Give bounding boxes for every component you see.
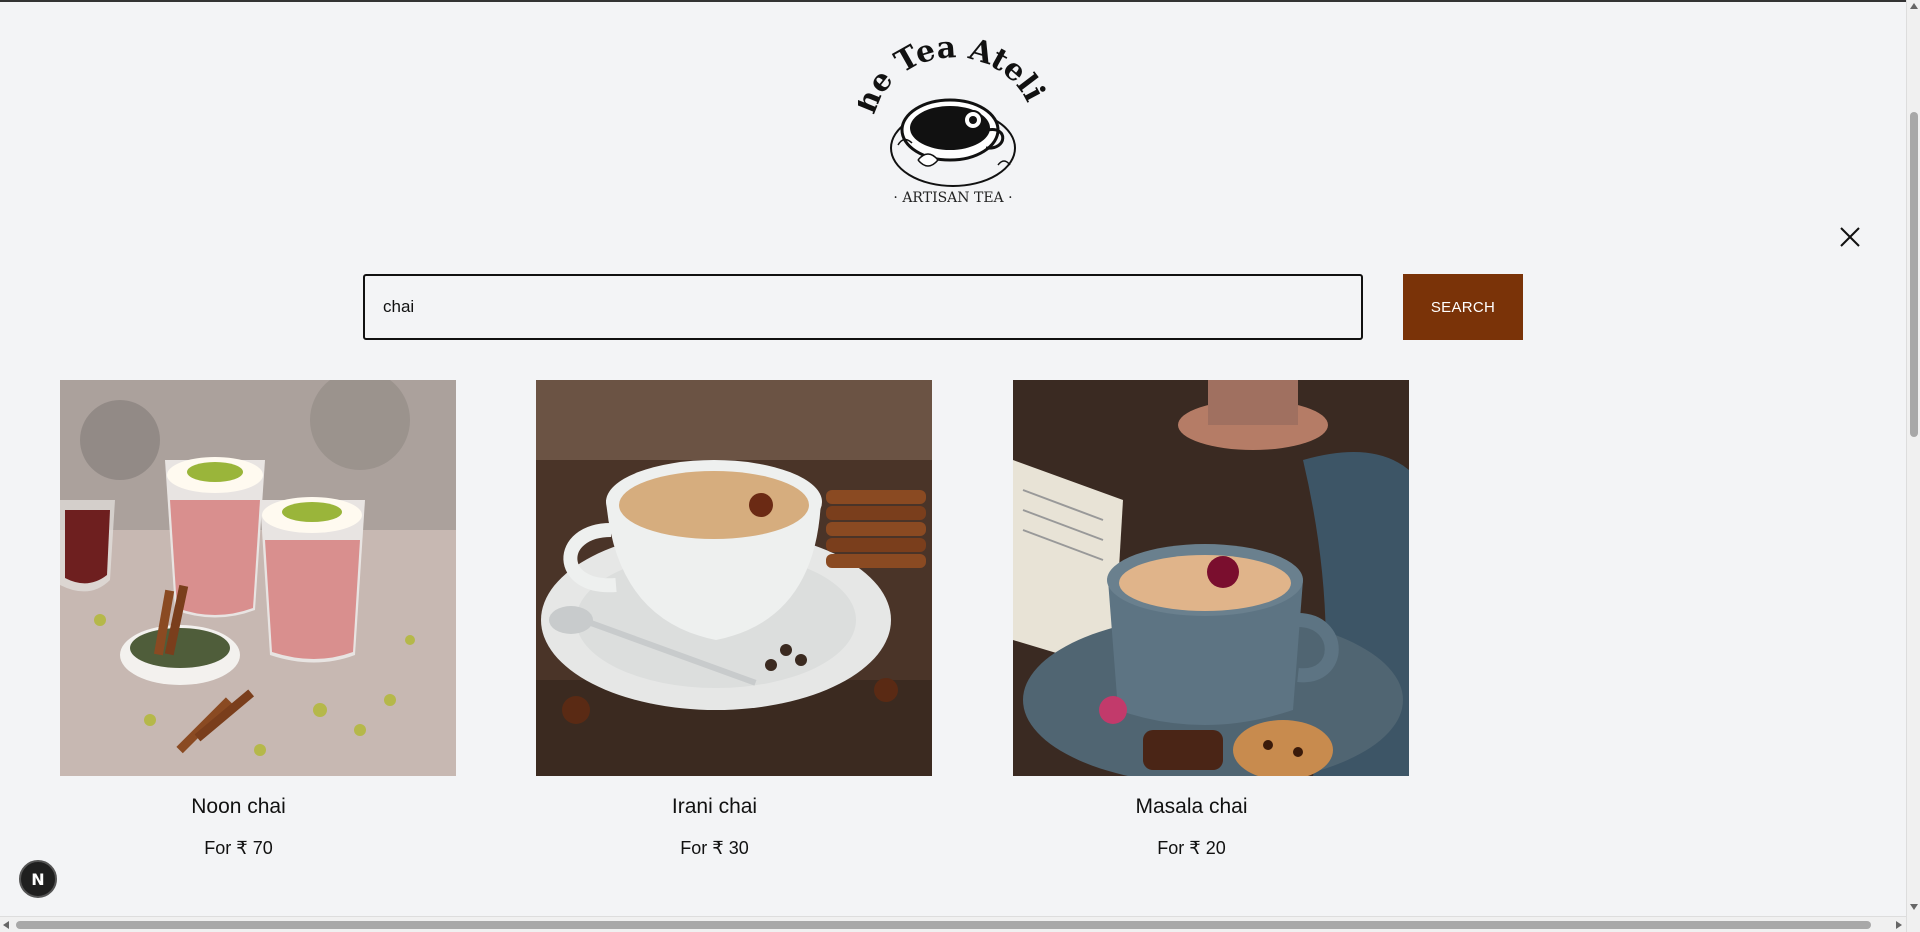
product-name[interactable]: Masala chai [1013,795,1370,819]
horizontal-scrollbar[interactable] [0,916,1906,932]
search-input[interactable] [363,274,1363,340]
scroll-down-arrow-icon[interactable] [1910,904,1918,910]
brand-logo[interactable]: The Tea Atelier · ARTISAN TEA · [847,3,1052,215]
product-image-noon-chai[interactable] [60,380,456,776]
search-button[interactable]: SEARCH [1403,274,1523,340]
product-price: For ₹ 30 [680,838,749,858]
window-top-border [0,0,1920,2]
product-card-noon-chai[interactable]: Noon chai For ₹ 70 [60,380,456,859]
product-price: For ₹ 70 [204,838,273,858]
horizontal-scroll-thumb[interactable] [16,921,1871,929]
scroll-up-arrow-icon[interactable] [1910,3,1918,9]
product-name[interactable]: Noon chai [60,795,417,819]
vertical-scroll-thumb[interactable] [1910,112,1918,437]
product-card-irani-chai[interactable]: Irani chai For ₹ 30 [536,380,932,859]
teacup-logo-icon: The Tea Atelier · ARTISAN TEA · [847,3,1052,206]
scroll-left-arrow-icon[interactable] [3,921,9,929]
product-image-masala-chai[interactable] [1013,380,1409,776]
dev-tools-badge[interactable]: N [19,860,57,898]
brand-tagline: · ARTISAN TEA · [893,190,1012,206]
scroll-right-arrow-icon[interactable] [1896,921,1902,929]
product-image-irani-chai[interactable] [536,380,932,776]
close-icon [1840,227,1860,247]
product-card-masala-chai[interactable]: Masala chai For ₹ 20 [1013,380,1409,859]
product-name[interactable]: Irani chai [536,795,893,819]
vertical-scrollbar[interactable] [1906,0,1920,932]
close-button[interactable] [1838,225,1862,249]
product-price: For ₹ 20 [1157,838,1226,858]
